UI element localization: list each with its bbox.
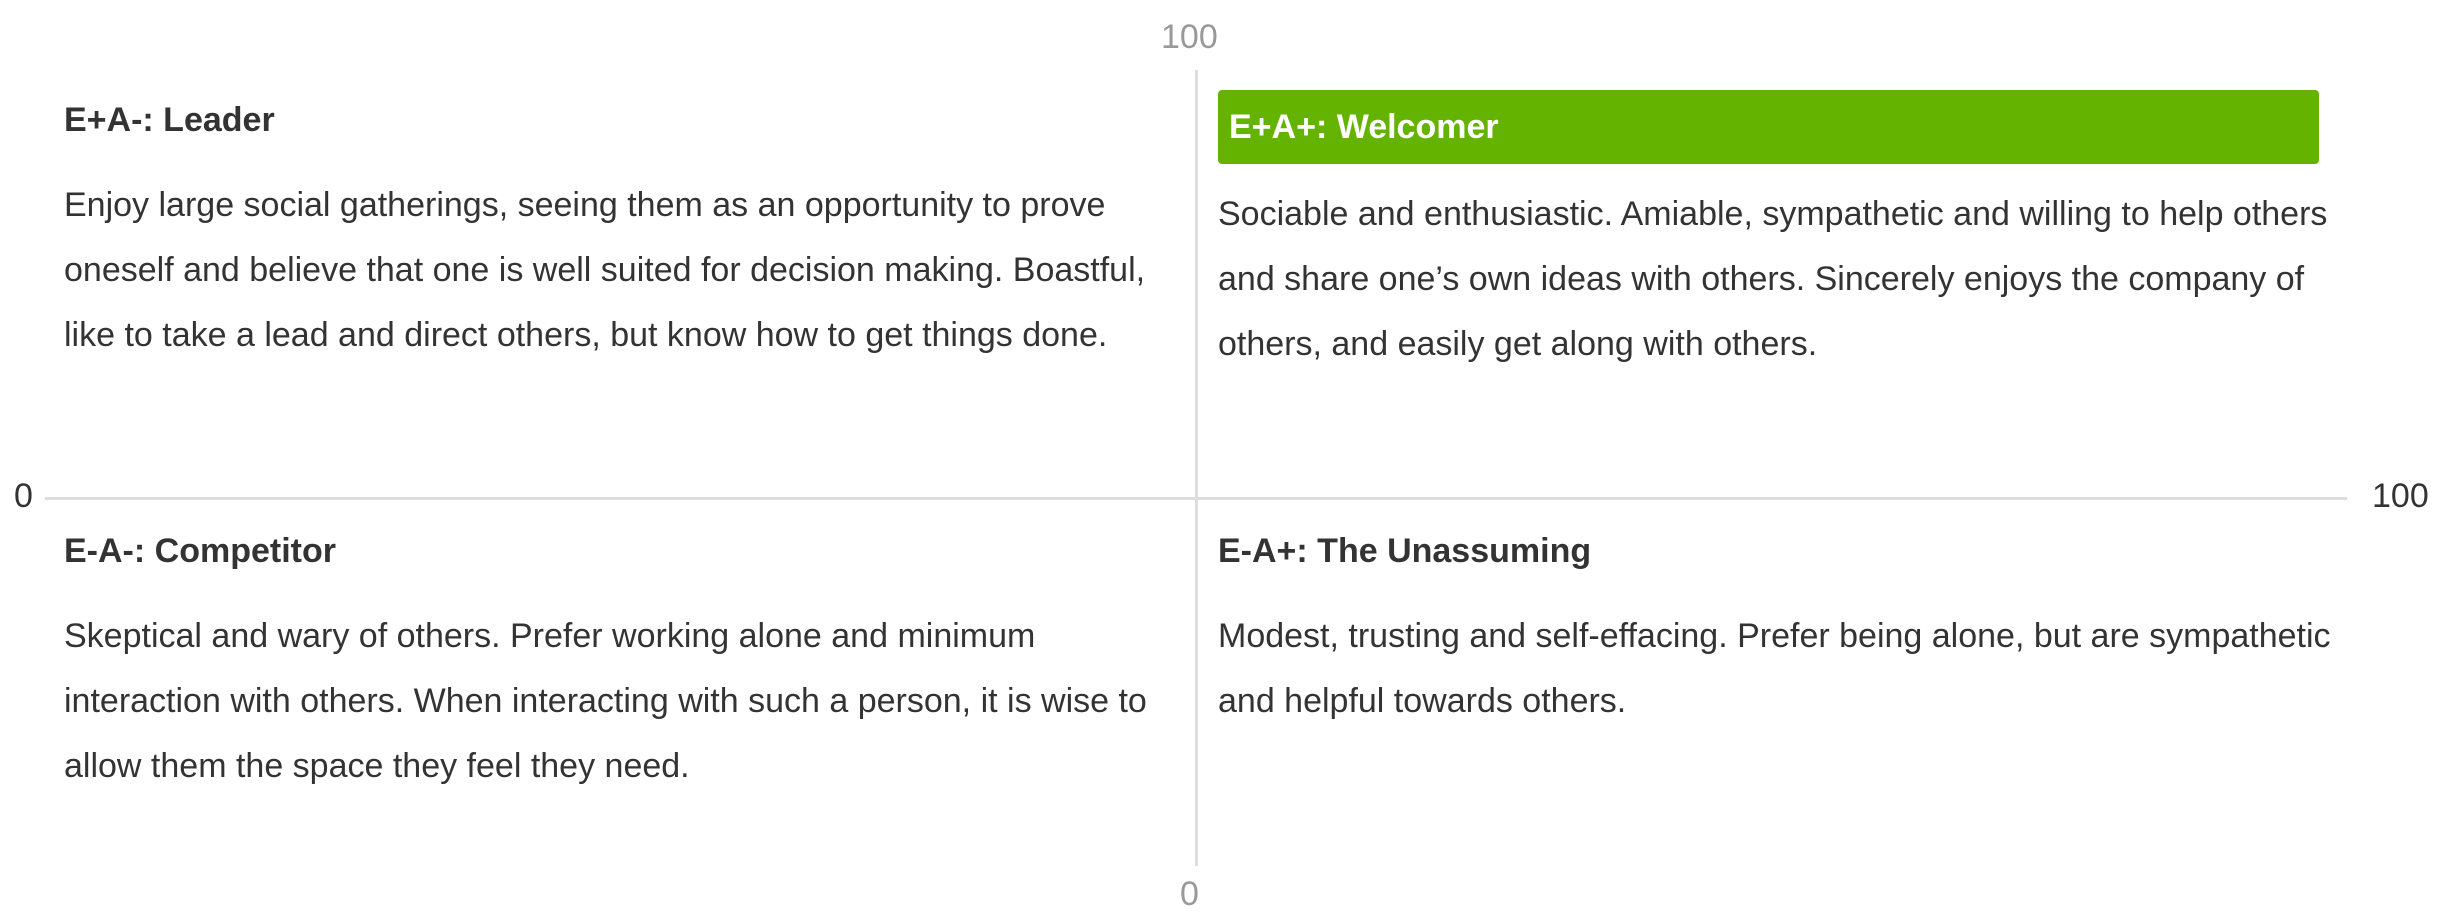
quadrant-title: E+A-: Leader (64, 101, 275, 139)
quadrant-description: Sociable and enthusiastic. Amiable, symp… (1218, 195, 2328, 363)
quadrant-description: Enjoy large social gatherings, seeing th… (64, 186, 1146, 354)
quadrant-description: Modest, trusting and self-effacing. Pref… (1218, 617, 2331, 720)
vertical-axis-line (1195, 70, 1198, 866)
x-axis-min-label: 0 (14, 477, 33, 515)
y-axis-min-label: 0 (1180, 875, 1199, 913)
quadrant-description: Skeptical and wary of others. Prefer wor… (64, 617, 1147, 785)
quadrant-unassuming: E-A+: The Unassuming Modest, trusting an… (1218, 526, 2348, 734)
y-axis-max-label: 100 (1161, 18, 1218, 56)
quadrant-title: E-A-: Competitor (64, 532, 336, 570)
quadrant-welcomer: E+A+: Welcomer Sociable and enthusiastic… (1218, 90, 2348, 377)
quadrant-competitor: E-A-: Competitor Skeptical and wary of o… (64, 526, 1194, 799)
quadrant-leader: E+A-: Leader Enjoy large social gatherin… (64, 95, 1194, 368)
quadrant-title: E-A+: The Unassuming (1218, 532, 1592, 570)
x-axis-max-label: 100 (2372, 477, 2429, 515)
quadrant-title-highlighted: E+A+: Welcomer (1218, 90, 2319, 164)
horizontal-axis-line (45, 497, 2347, 500)
